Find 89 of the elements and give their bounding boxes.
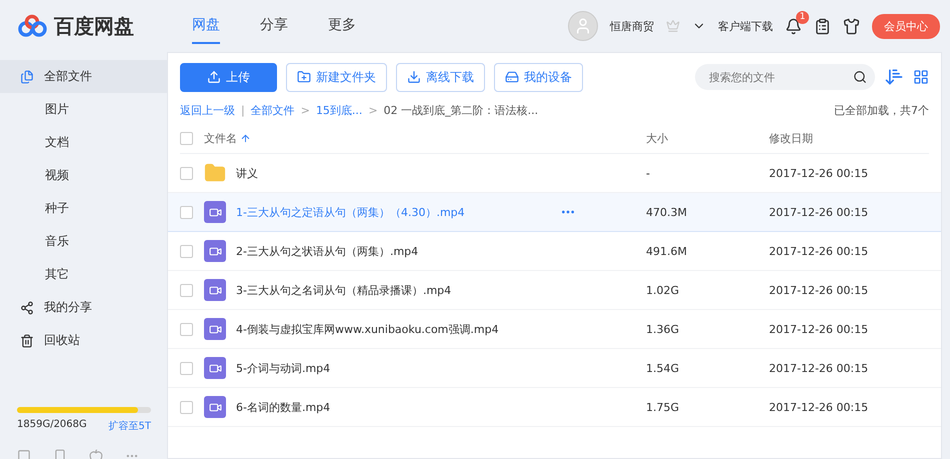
avatar[interactable] xyxy=(568,11,598,41)
storage-usage: 1859G/2068G xyxy=(17,419,87,432)
file-date: 2017-12-26 00:15 xyxy=(769,206,870,218)
toolbar-button[interactable]: 上传 xyxy=(180,62,277,92)
file-name[interactable]: 2-三大从句之状语从句（两集）.mp4 xyxy=(236,244,418,258)
file-date: 2017-12-26 00:15 xyxy=(769,362,870,374)
breadcrumb-separator: | xyxy=(241,104,245,116)
sidebar-item[interactable]: 音乐 xyxy=(0,225,167,258)
client-download-link[interactable]: 客户端下载 xyxy=(718,18,773,34)
video-file-icon xyxy=(204,318,226,340)
breadcrumb-link[interactable]: 返回上一级 xyxy=(180,102,235,118)
row-checkbox[interactable] xyxy=(180,362,193,374)
grid-view-icon[interactable] xyxy=(913,69,929,85)
row-checkbox[interactable] xyxy=(180,206,193,218)
file-name[interactable]: 4-倒装与虚拟宝库网www.xunibaoku.com强调.mp4 xyxy=(236,322,499,336)
column-header[interactable]: 修改日期 xyxy=(769,130,929,146)
file-size: 491.6M xyxy=(646,244,688,258)
file-name[interactable]: 5-介词与动词.mp4 xyxy=(236,360,330,376)
sidebar-item[interactable]: 种子 xyxy=(0,192,167,225)
select-all-checkbox[interactable] xyxy=(180,132,193,144)
column-header[interactable]: 大小 xyxy=(646,130,769,146)
nav-tab[interactable]: 分享 xyxy=(260,8,288,44)
row-checkbox[interactable] xyxy=(180,284,193,296)
file-size: 1.02G xyxy=(646,284,680,296)
video-file-icon xyxy=(204,279,226,301)
user-name: 恒唐商贸 xyxy=(610,18,654,34)
clipboard-icon[interactable] xyxy=(814,18,831,34)
breadcrumb-link[interactable]: 15到底... xyxy=(316,102,362,118)
sidebar-item[interactable]: 视频 xyxy=(0,159,167,192)
sidebar-item[interactable]: 其它 xyxy=(0,258,167,291)
file-date: 2017-12-26 00:15 xyxy=(769,166,870,180)
download-icon xyxy=(407,70,421,84)
column-header[interactable]: 文件名 xyxy=(204,130,237,146)
search-bar[interactable]: 搜索您的文件 xyxy=(695,64,875,90)
drive-icon xyxy=(505,70,519,84)
folder-icon xyxy=(204,162,226,184)
nav-tab[interactable]: 更多 xyxy=(328,8,356,44)
sidebar-item[interactable]: 全部文件 xyxy=(0,60,167,93)
files-icon xyxy=(20,70,34,84)
file-size: 1.36G xyxy=(646,322,680,336)
apple-icon[interactable] xyxy=(89,449,103,459)
file-size: 470.3M xyxy=(646,206,688,218)
notification-badge: 1 xyxy=(796,10,809,24)
toolbar-button[interactable]: 我的设备 xyxy=(494,62,583,92)
file-date: 2017-12-26 00:15 xyxy=(769,244,870,258)
breadcrumb-link[interactable]: 02 一战到底_第二阶：语法核... xyxy=(384,102,538,118)
row-checkbox[interactable] xyxy=(180,166,193,180)
breadcrumb-separator: > xyxy=(368,104,378,116)
toolbar-button[interactable]: 新建文件夹 xyxy=(286,62,387,92)
toolbar-button[interactable]: 离线下载 xyxy=(396,62,485,92)
search-field[interactable]: 搜索您的文件 xyxy=(707,70,853,84)
video-file-icon xyxy=(204,240,226,262)
video-file-icon xyxy=(204,201,226,223)
load-status: 已全部加载，共7个 xyxy=(834,102,929,118)
file-size: 1.75G xyxy=(646,400,680,414)
sidebar-item[interactable]: 回收站 xyxy=(0,324,167,357)
file-size: 1.54G xyxy=(646,362,680,374)
arrow-up-icon[interactable] xyxy=(240,132,251,144)
sidebar-item[interactable]: 我的分享 xyxy=(0,291,167,324)
file-row[interactable]: 1-三大从句之定语从句（两集）（4.30）.mp4 470.3M 2017-12-26 00:15 xyxy=(168,193,941,232)
search-icon[interactable] xyxy=(853,70,867,84)
file-date: 2017-12-26 00:15 xyxy=(769,284,870,296)
sidebar-item[interactable]: 图片 xyxy=(0,93,167,126)
row-checkbox[interactable] xyxy=(180,244,193,258)
breadcrumb-link[interactable]: 全部文件 xyxy=(250,102,295,118)
shirt-icon[interactable] xyxy=(843,18,860,34)
breadcrumb-separator: > xyxy=(300,104,310,116)
video-file-icon xyxy=(204,396,226,418)
file-date: 2017-12-26 00:15 xyxy=(769,400,870,414)
trash-icon xyxy=(20,334,34,348)
file-size: - xyxy=(646,166,651,180)
file-name[interactable]: 3-三大从句之名词从句（精品录播课）.mp4 xyxy=(236,282,452,298)
row-checkbox[interactable] xyxy=(180,400,193,414)
bell-icon[interactable] xyxy=(785,18,802,34)
cloud-logo-icon xyxy=(16,14,48,38)
row-checkbox[interactable] xyxy=(180,322,193,336)
share-icon xyxy=(20,300,34,314)
crown-icon xyxy=(666,19,680,33)
file-name[interactable]: 讲义 xyxy=(236,166,258,180)
file-name[interactable]: 6-名词的数量.mp4 xyxy=(236,400,330,414)
phone-icon[interactable] xyxy=(53,449,67,459)
sort-icon[interactable] xyxy=(884,67,904,87)
file-date: 2017-12-26 00:15 xyxy=(769,322,870,336)
video-file-icon xyxy=(204,357,226,379)
logo-text: 百度网盘 xyxy=(54,12,134,40)
file-name[interactable]: 1-三大从句之定语从句（两集）（4.30）.mp4 xyxy=(236,204,465,220)
sidebar-item[interactable]: 文档 xyxy=(0,126,167,159)
upload-icon xyxy=(207,70,221,84)
folder-plus-icon xyxy=(297,70,311,84)
